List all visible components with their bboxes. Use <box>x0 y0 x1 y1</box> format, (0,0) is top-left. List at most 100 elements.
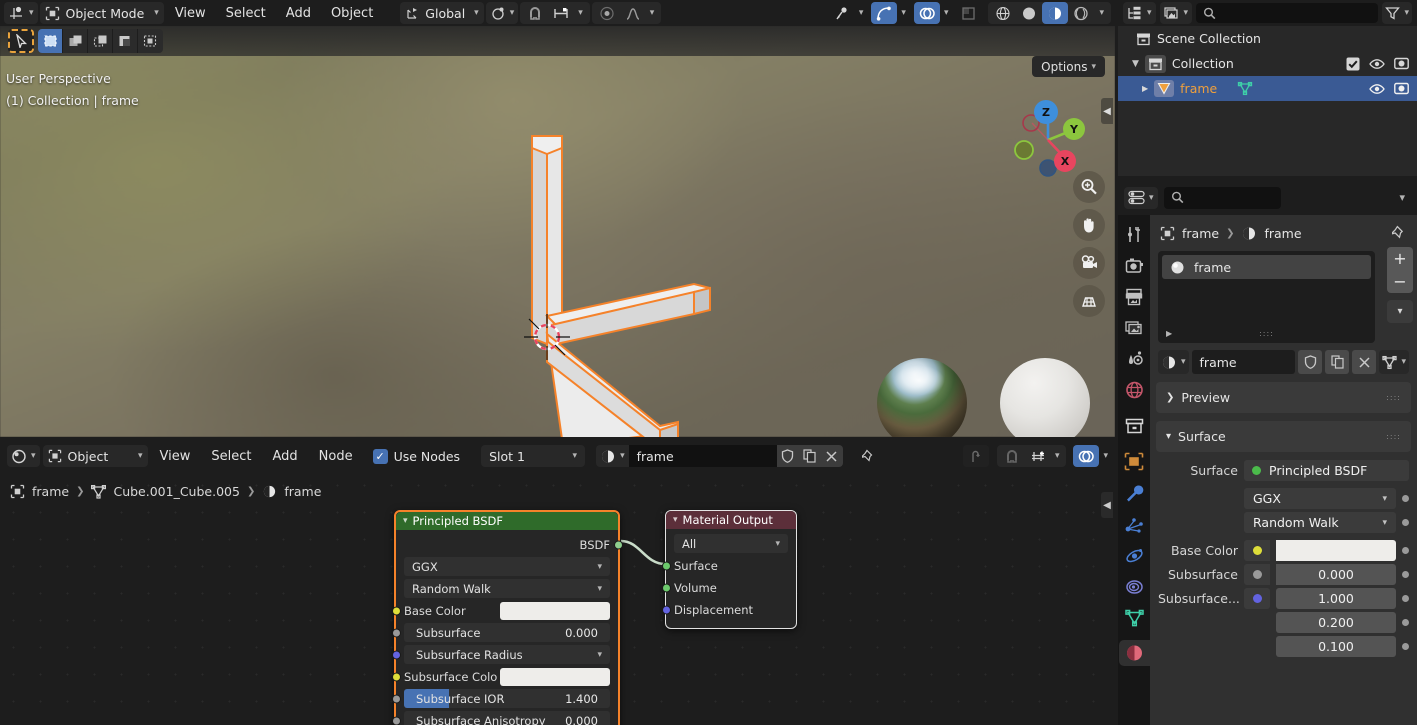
node-row-target[interactable]: All ▾ <box>674 534 788 553</box>
solid-shading-icon[interactable] <box>1016 2 1042 24</box>
editor-type-selector-shader[interactable]: ▾ <box>7 445 40 467</box>
resize-grip[interactable]: :::: <box>1259 329 1274 338</box>
shader-menu-add[interactable]: Add <box>264 444 307 468</box>
menu-object[interactable]: Object <box>322 1 382 25</box>
camera-render-visibility-icon[interactable] <box>1394 82 1409 95</box>
show-overlays-icon[interactable] <box>913 2 940 24</box>
properties-tab-particles[interactable] <box>1125 516 1144 534</box>
panel-drag-handle[interactable]: :::: <box>1386 393 1401 402</box>
properties-tab-collection[interactable] <box>1125 418 1144 435</box>
socket-subsurface-color[interactable] <box>391 672 401 681</box>
outliner[interactable]: Scene Collection ▼ Collection ▶ frame <box>1118 26 1417 176</box>
pivot-point-selector[interactable]: ▾ <box>485 2 519 24</box>
breadcrumb-mesh-label[interactable]: Cube.001_Cube.005 <box>113 484 239 499</box>
snap-target-increment-icon[interactable] <box>548 2 574 24</box>
distribution-dropdown[interactable]: GGX ▾ <box>404 557 610 576</box>
properties-tab-physics[interactable] <box>1125 547 1144 565</box>
animate-property-dot[interactable] <box>1402 519 1409 526</box>
animate-property-dot[interactable] <box>1402 619 1409 626</box>
properties-tab-data[interactable] <box>1124 609 1144 627</box>
rendered-shading-icon[interactable] <box>1068 2 1094 24</box>
node-overlays-icon[interactable] <box>1073 445 1100 467</box>
socket-base-color[interactable] <box>391 606 401 615</box>
node-output-bsdf[interactable]: BSDF <box>404 535 623 554</box>
menu-view[interactable]: View <box>166 1 215 25</box>
node-row-subsurface[interactable]: Subsurface 0.000 <box>391 623 610 642</box>
node-header[interactable]: ▾ Material Output <box>666 511 796 529</box>
base-color-swatch[interactable] <box>1276 540 1396 561</box>
shield-fake-user-icon[interactable] <box>776 445 799 467</box>
eye-visibility-icon[interactable] <box>1369 58 1385 70</box>
material-slot-expand-icon[interactable]: ▶ <box>1166 329 1172 338</box>
chevron-down-icon[interactable]: ▾ <box>1103 451 1108 461</box>
node-row-distribution[interactable]: GGX ▾ <box>404 557 610 576</box>
slot-specials-icon[interactable]: ▾ <box>1387 300 1413 323</box>
chevron-down-icon[interactable]: ▾ <box>673 515 678 525</box>
material-name-field[interactable]: frame <box>628 445 777 467</box>
subsurface-ior-slider[interactable]: Subsurface IOR 1.400 <box>404 689 610 708</box>
show-gizmo-icon[interactable] <box>871 2 898 24</box>
eye-visibility-icon[interactable] <box>1369 83 1385 95</box>
menu-add[interactable]: Add <box>277 1 320 25</box>
animate-property-dot[interactable] <box>1402 595 1409 602</box>
panel-surface[interactable]: ▾ Surface :::: <box>1156 421 1411 452</box>
chevron-down-icon[interactable]: ▾ <box>1099 8 1104 18</box>
mesh-data-selector[interactable]: ▾ <box>1379 350 1409 374</box>
gizmo-axis-x[interactable]: X <box>1054 150 1076 172</box>
animate-property-dot[interactable] <box>1402 643 1409 650</box>
subsurface-radius-z-field[interactable]: 0.100 <box>1276 636 1396 657</box>
proportional-edit-icon[interactable] <box>594 2 620 24</box>
subsurface-radius-socket-box[interactable] <box>1244 588 1270 609</box>
expand-triangle-icon[interactable]: ▶ <box>1142 84 1148 93</box>
pin-icon[interactable] <box>1392 225 1407 241</box>
properties-tab-world[interactable] <box>1125 381 1144 399</box>
select-invert-icon[interactable] <box>113 29 138 53</box>
editor-type-selector[interactable]: ▾ <box>4 2 38 24</box>
subsurface-method-dropdown[interactable]: Random Walk ▾ <box>404 579 610 598</box>
duplicate-material-icon[interactable] <box>798 445 821 467</box>
properties-breadcrumb-object[interactable]: frame <box>1182 226 1219 241</box>
zoom-icon[interactable] <box>1073 171 1105 203</box>
shader-menu-node[interactable]: Node <box>310 444 362 468</box>
shield-fake-user-icon[interactable] <box>1298 350 1323 374</box>
camera-view-icon[interactable] <box>1073 247 1105 279</box>
object-visibility-icon[interactable] <box>829 2 855 24</box>
animate-property-dot[interactable] <box>1402 495 1409 502</box>
outliner-search-input[interactable] <box>1196 3 1379 23</box>
node-row-subsurface-anisotropy[interactable]: Subsurface Anisotropy 0.000 <box>391 711 610 725</box>
select-intersect-icon[interactable] <box>138 29 163 53</box>
chevron-down-icon[interactable]: ▾ <box>901 8 906 18</box>
distribution-dropdown[interactable]: GGX ▾ <box>1244 488 1396 509</box>
animate-property-dot[interactable] <box>1402 571 1409 578</box>
socket-displacement[interactable] <box>661 605 671 614</box>
node-material-output[interactable]: ▾ Material Output All ▾ Surface Volume D… <box>661 510 797 629</box>
outliner-row-scene-collection[interactable]: Scene Collection <box>1118 26 1417 51</box>
unlink-x-icon[interactable] <box>820 445 843 467</box>
node-row-base-color[interactable]: Base Color <box>391 601 610 620</box>
material-slot-item[interactable]: frame <box>1162 255 1371 279</box>
chevron-down-icon[interactable]: ▾ <box>944 8 949 18</box>
shader-type-selector[interactable]: Object ▾ <box>42 445 148 467</box>
properties-tab-tool[interactable] <box>1125 225 1144 244</box>
camera-render-visibility-icon[interactable] <box>1394 57 1409 70</box>
properties-tab-output[interactable] <box>1125 288 1144 306</box>
chevron-down-icon[interactable]: ▾ <box>1399 191 1405 204</box>
chevron-down-icon[interactable]: ▾ <box>1055 451 1060 461</box>
unlink-x-icon[interactable] <box>1352 350 1377 374</box>
toggle-xray-icon[interactable] <box>956 2 982 24</box>
shader-editor-canvas[interactable]: frame ❯ Cube.001_Cube.005 ❯ frame ▾ Prin… <box>0 472 1115 725</box>
properties-tab-modifier[interactable] <box>1125 484 1144 503</box>
target-dropdown[interactable]: All ▾ <box>674 534 788 553</box>
animate-property-dot[interactable] <box>1402 547 1409 554</box>
outliner-display-mode-selector[interactable]: ▾ <box>1123 2 1156 24</box>
material-slot-list[interactable]: frame ▶ :::: <box>1158 251 1375 343</box>
chevron-down-icon[interactable]: ▾ <box>403 516 408 526</box>
properties-tab-object[interactable] <box>1124 452 1144 471</box>
viewport-3d[interactable]: Options ▾ User Perspective (1) Collectio… <box>0 26 1115 437</box>
breadcrumb-object-label[interactable]: frame <box>32 484 69 499</box>
node-snap-group[interactable]: ▾ <box>996 445 1067 467</box>
overlays-group[interactable]: ▾ <box>913 2 949 24</box>
chevron-down-icon[interactable]: ▾ <box>650 8 655 18</box>
shading-mode-group[interactable]: ▾ <box>988 2 1111 24</box>
properties-editor[interactable]: frame ❯ frame frame ▶ :::: + − ▾ ▾ frame… <box>1150 215 1417 725</box>
